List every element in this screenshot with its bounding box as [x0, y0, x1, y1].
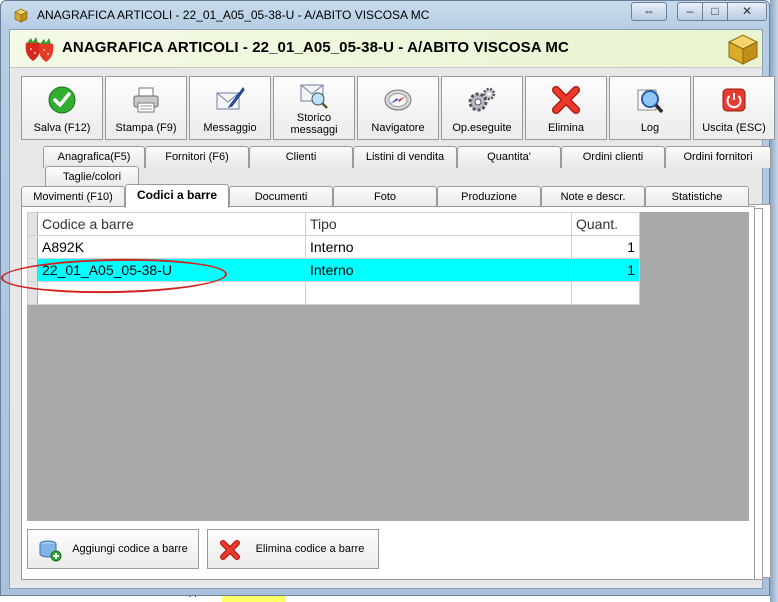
power-icon	[722, 88, 746, 112]
tab-clienti[interactable]: Clienti	[249, 146, 353, 168]
magnifier-icon	[637, 89, 664, 114]
tab-ordini-clienti[interactable]: Ordini clienti	[561, 146, 665, 168]
tab-listini-di-vendita[interactable]: Listini di vendita	[353, 146, 457, 168]
table-row-selected[interactable]: 22_01_A05_05-38-U Interno 1	[27, 258, 640, 282]
action-bar: Aggiungi codice a barre Elimina codice a…	[27, 529, 749, 569]
barcode-cell[interactable]: 22_01_A05_05-38-U	[37, 258, 306, 282]
barcode-grid: Codice a barre Tipo Quant. A892K Interno…	[27, 212, 749, 521]
navigator-label: Navigatore	[371, 122, 425, 134]
table-header-row: Codice a barre Tipo Quant.	[27, 212, 640, 236]
column-header-code[interactable]: Codice a barre	[37, 212, 306, 236]
message-button[interactable]: Messaggio	[189, 76, 271, 140]
tab-anagrafica[interactable]: Anagrafica(F5)	[43, 146, 145, 168]
strawberry-icon	[25, 37, 54, 62]
tab-produzione[interactable]: Produzione	[437, 186, 541, 208]
check-icon	[48, 86, 76, 114]
add-database-icon	[39, 540, 62, 562]
row-header[interactable]	[27, 235, 38, 259]
restore-size-button[interactable]: ⇔	[631, 2, 667, 21]
save-label: Salva (F12)	[33, 122, 91, 134]
barcode-table: Codice a barre Tipo Quant. A892K Interno…	[27, 212, 640, 305]
barcode-cell[interactable]: A892K	[37, 235, 306, 259]
quantity-cell[interactable]	[571, 281, 640, 305]
delete-button[interactable]: Elimina	[525, 76, 607, 140]
title-bar[interactable]: ANAGRAFICA ARTICOLI - 22_01_A05_05-38-U …	[1, 1, 769, 29]
envelope-search-icon	[300, 84, 328, 109]
barcode-cell[interactable]	[37, 281, 306, 305]
article-window: ANAGRAFICA ARTICOLI - 22_01_A05_05-38-U …	[0, 0, 775, 596]
exit-button[interactable]: Uscita (ESC)	[693, 76, 775, 140]
row-header[interactable]	[27, 281, 38, 305]
tab-movimenti[interactable]: Movimenti (F10)	[21, 186, 125, 208]
toolbar: Salva (F12) Stampa (F9) Messaggio Storic…	[21, 76, 775, 140]
tab-documenti[interactable]: Documenti	[229, 186, 333, 208]
red-x-icon	[552, 86, 580, 114]
log-label: Log	[640, 122, 660, 134]
tab-container: Anagrafica(F5) Fornitori (F6) Clienti Li…	[21, 146, 771, 586]
operations-done-button[interactable]: Op.eseguite	[441, 76, 523, 140]
printer-icon	[133, 87, 159, 113]
row-header-corner	[27, 212, 38, 236]
message-history-label: Storico messaggi	[290, 112, 338, 136]
column-header-type[interactable]: Tipo	[305, 212, 572, 236]
quantity-cell[interactable]: 1	[571, 258, 640, 282]
tab-note-e-descr[interactable]: Note e descr.	[541, 186, 645, 208]
box-app-icon	[14, 8, 28, 23]
gears-icon	[468, 87, 496, 112]
row-header[interactable]	[27, 258, 38, 282]
print-button[interactable]: Stampa (F9)	[105, 76, 187, 140]
table-row-new[interactable]	[27, 281, 640, 305]
add-barcode-button[interactable]: Aggiungi codice a barre	[27, 529, 199, 569]
type-cell[interactable]: Interno	[305, 235, 572, 259]
type-cell[interactable]: Interno	[305, 258, 572, 282]
package-icon	[727, 34, 759, 65]
header-title: ANAGRAFICA ARTICOLI - 22_01_A05_05-38-U …	[62, 39, 569, 56]
print-label: Stampa (F9)	[115, 122, 177, 134]
delete-label: Elimina	[547, 122, 585, 134]
tab-codici-a-barre[interactable]: Codici a barre	[125, 184, 229, 208]
tab-ordini-fornitori[interactable]: Ordini fornitori	[665, 146, 771, 168]
minimize-button[interactable]: –	[677, 2, 703, 21]
type-cell[interactable]	[305, 281, 572, 305]
header-band: ANAGRAFICA ARTICOLI - 22_01_A05_05-38-U …	[10, 30, 762, 68]
delete-barcode-button[interactable]: Elimina codice a barre	[207, 529, 379, 569]
add-barcode-label: Aggiungi codice a barre	[72, 543, 188, 555]
envelope-pen-icon	[216, 87, 245, 110]
table-row[interactable]: A892K Interno 1	[27, 235, 640, 259]
message-history-button[interactable]: Storico messaggi	[273, 76, 355, 140]
exit-label: Uscita (ESC)	[702, 122, 766, 134]
tab-statistiche[interactable]: Statistiche	[645, 186, 749, 208]
maximize-button[interactable]: □	[702, 2, 728, 21]
message-label: Messaggio	[203, 122, 257, 134]
compass-icon	[384, 89, 412, 111]
save-button[interactable]: Salva (F12)	[21, 76, 103, 140]
tab-quantita[interactable]: Quantita'	[457, 146, 561, 168]
navigator-button[interactable]: Navigatore	[357, 76, 439, 140]
delete-barcode-label: Elimina codice a barre	[255, 543, 365, 555]
operations-done-label: Op.eseguite	[452, 122, 512, 134]
close-button[interactable]: ✕	[727, 2, 767, 21]
log-button[interactable]: Log	[609, 76, 691, 140]
quantity-cell[interactable]: 1	[571, 235, 640, 259]
barcode-page: Codice a barre Tipo Quant. A892K Interno…	[21, 206, 755, 580]
tab-fornitori[interactable]: Fornitori (F6)	[145, 146, 249, 168]
red-x-icon	[220, 540, 240, 560]
tab-foto[interactable]: Foto	[333, 186, 437, 208]
column-header-quantity[interactable]: Quant.	[571, 212, 640, 236]
window-title: ANAGRAFICA ARTICOLI - 22_01_A05_05-38-U …	[37, 8, 430, 22]
